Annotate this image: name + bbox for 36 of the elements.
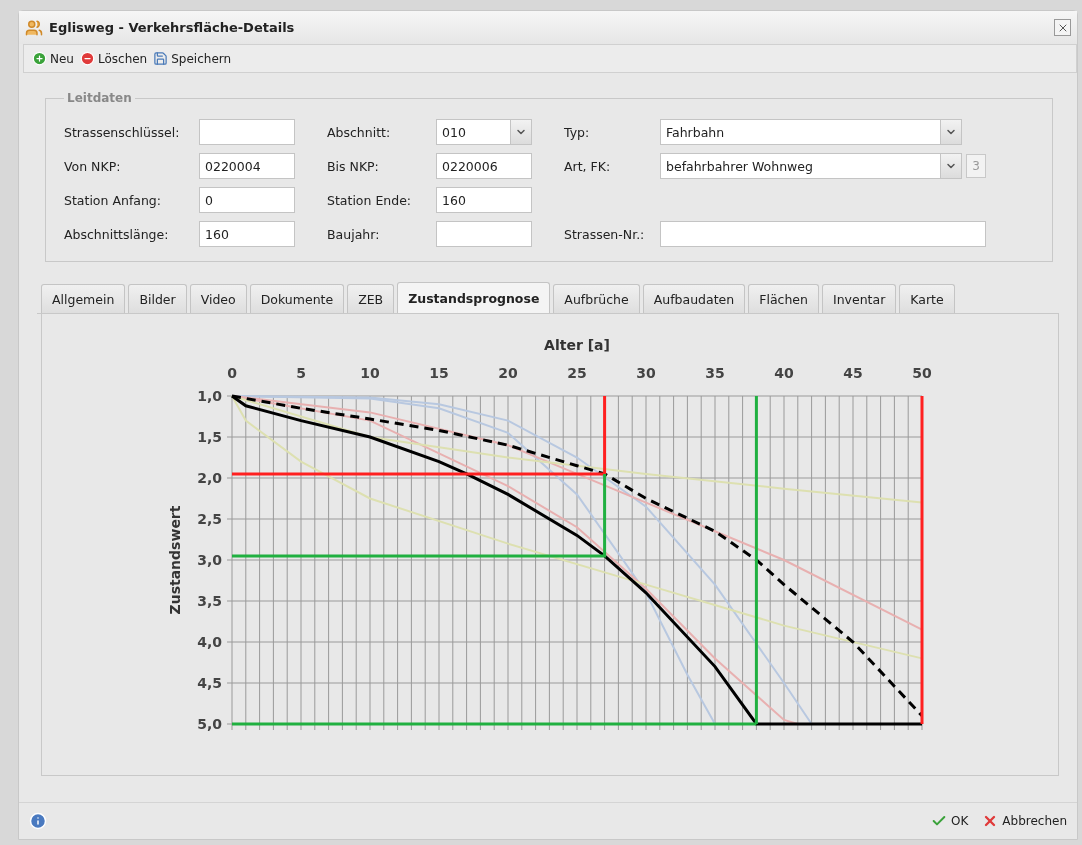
tick-label: 3,0 (197, 552, 222, 568)
count-field: 3 (966, 154, 986, 178)
field-label: Station Ende: (327, 192, 413, 208)
tick-label: 1,0 (197, 388, 222, 404)
tick-label: 30 (636, 365, 656, 381)
tick-label: 4,5 (197, 675, 222, 691)
axis-title: Zustandswert (167, 505, 183, 615)
tick-label: 40 (774, 365, 794, 381)
tick-label: 2,5 (197, 511, 222, 527)
tick-label: 3,5 (197, 593, 222, 609)
field-label: Strassenschlüssel: (64, 124, 181, 140)
tick-label: 5,0 (197, 716, 222, 732)
field-label: Art, FK: (564, 158, 612, 174)
field-label: Baujahr: (327, 226, 381, 242)
tick-label: 15 (429, 365, 449, 381)
tick-label: 25 (567, 365, 587, 381)
tick-label: 5 (296, 365, 306, 381)
axis-title: Alter [a] (544, 337, 610, 353)
tick-label: 35 (705, 365, 725, 381)
window-title: Eglisweg - Verkehrsfläche-Details (49, 20, 296, 35)
field-label: Abschnittslänge: (64, 226, 170, 242)
tick-label: 2,0 (197, 470, 222, 486)
section-title: Leitdaten (66, 91, 133, 105)
tick-label: 10 (360, 365, 380, 381)
field-label: Bis NKP: (327, 158, 380, 174)
tick-label: 50 (912, 365, 932, 381)
tick-label: 20 (498, 365, 518, 381)
field-label: Station Anfang: (64, 192, 162, 208)
tick-label: 0 (227, 365, 237, 381)
field-label: Strassen-Nr.: (564, 226, 646, 242)
tick-label: 4,0 (197, 634, 222, 650)
field-label: Typ: (564, 124, 591, 140)
field-label: Von NKP: (64, 158, 122, 174)
tick-label: 1,5 (197, 429, 222, 445)
field-label: Abschnitt: (327, 124, 392, 140)
tick-label: 45 (843, 365, 863, 381)
